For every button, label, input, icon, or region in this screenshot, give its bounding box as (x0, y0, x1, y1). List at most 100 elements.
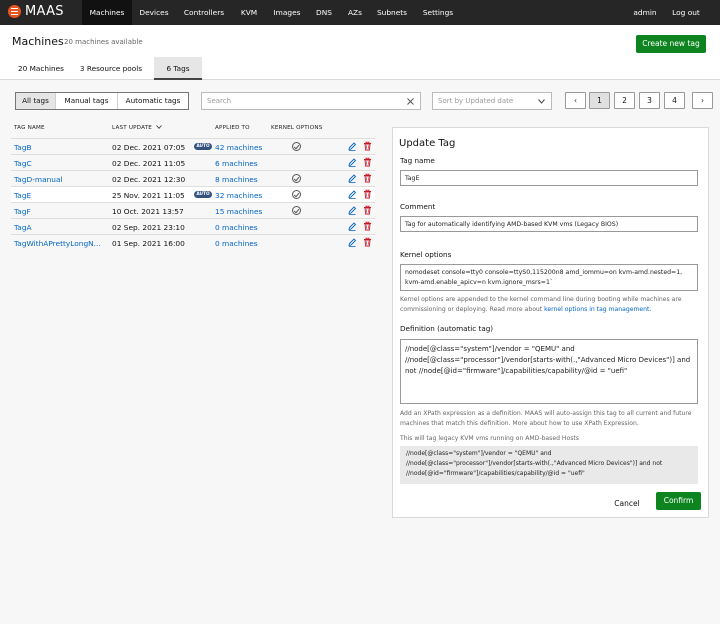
edit-icon[interactable] (348, 221, 357, 231)
nav-settings[interactable]: Settings (418, 0, 458, 25)
tab-machines[interactable]: 20 Machines (12, 57, 70, 80)
last-update: 02 Dec. 2021 07:05 (112, 142, 186, 152)
delete-icon[interactable] (363, 141, 372, 151)
table-row[interactable]: TagWithAPrettyLongN... 01 Sep. 2021 16:00… (11, 234, 375, 250)
edit-icon[interactable] (348, 205, 357, 215)
definition-help: Add an XPath expression as a definition.… (400, 410, 692, 427)
last-update: 02 Dec. 2021 12:30 (112, 174, 186, 184)
tag-name-link[interactable]: TagA (14, 223, 32, 232)
tab-resource-pools[interactable]: 3 Resource pools (74, 57, 148, 80)
filter-all-tags[interactable]: All tags (16, 93, 56, 109)
table-row[interactable]: TagE 25 Nov. 2021 11:05 AUTO 32 machines (11, 186, 375, 202)
nav-subnets[interactable]: Subnets (372, 0, 412, 25)
applied-machines-link[interactable]: 15 machines (215, 207, 262, 216)
header-kernel-options[interactable]: KERNEL OPTIONS (271, 125, 322, 131)
tag-name-link[interactable]: TagE (14, 191, 31, 200)
maas-logo[interactable]: MAAS (8, 4, 64, 19)
confirm-button[interactable]: Confirm (656, 492, 701, 510)
applied-machines-link[interactable]: 42 machines (215, 143, 262, 152)
tag-name-input[interactable]: TagE (400, 170, 698, 186)
tag-name-link[interactable]: TagB (14, 143, 32, 152)
applied-machines-link[interactable]: 0 machines (215, 223, 258, 232)
create-tag-button[interactable]: Create new tag (636, 35, 706, 53)
last-update: 01 Sep. 2021 16:00 (112, 238, 185, 248)
definition-label: Definition (automatic tag) (400, 324, 494, 333)
comment-input[interactable]: Tag for automatically identifying AMD-ba… (400, 216, 698, 232)
table-row[interactable]: TagD-manual 02 Dec. 2021 12:30 8 machines (11, 170, 375, 186)
kernel-options-check-icon (292, 206, 301, 215)
delete-icon[interactable] (363, 205, 372, 215)
edit-icon[interactable] (348, 173, 357, 183)
page-title: Machines (12, 35, 64, 48)
nav-kvm[interactable]: KVM (235, 0, 263, 25)
search-placeholder: Search (207, 97, 232, 105)
delete-icon[interactable] (363, 157, 372, 167)
filter-automatic-tags[interactable]: Automatic tags (118, 93, 188, 109)
last-update: 02 Sep. 2021 23:10 (112, 222, 185, 232)
tag-name-link[interactable]: TagF (14, 207, 31, 216)
sort-select-label: Sort by Updated date (438, 97, 514, 105)
applied-machines-link[interactable]: 0 machines (215, 239, 258, 248)
delete-icon[interactable] (363, 221, 372, 231)
last-update: 02 Dec. 2021 11:05 (112, 158, 186, 168)
edit-icon[interactable] (348, 189, 357, 199)
preview-line-2: //node[@class="processor"]/vendor[starts… (406, 460, 663, 467)
applied-machines-link[interactable]: 8 machines (215, 175, 258, 184)
maas-logo-icon (8, 5, 21, 18)
tag-name-link[interactable]: TagD-manual (14, 175, 63, 184)
auto-badge: AUTO (194, 191, 212, 198)
app-name: MAAS (25, 4, 64, 19)
page-3-button[interactable]: 3 (639, 92, 660, 109)
prev-page-button[interactable]: ‹ (565, 92, 586, 109)
sort-chevron-down-icon (156, 125, 162, 129)
page-2-button[interactable]: 2 (614, 92, 635, 109)
nav-user[interactable]: admin (628, 0, 662, 25)
header-tag-name[interactable]: TAG NAME (14, 125, 45, 131)
applied-machines-link[interactable]: 32 machines (215, 191, 262, 200)
tag-type-filter: All tags Manual tags Automatic tags (15, 92, 189, 110)
nav-images[interactable]: Images (268, 0, 306, 25)
table-row[interactable]: TagF 10 Oct. 2021 13:57 15 machines (11, 202, 375, 218)
close-icon[interactable] (407, 98, 414, 105)
filter-manual-tags[interactable]: Manual tags (56, 93, 118, 109)
kernel-options-help: Kernel options are appended to the kerne… (400, 295, 704, 314)
edit-icon[interactable] (348, 141, 357, 151)
edit-icon[interactable] (348, 157, 357, 167)
nav-dns[interactable]: DNS (310, 0, 338, 25)
tab-tags[interactable]: 6 Tags (154, 57, 202, 80)
header-last-update-label: LAST UPDATE (112, 125, 153, 131)
tag-name-link[interactable]: TagC (14, 159, 32, 168)
table-row[interactable]: TagB 02 Dec. 2021 07:05 AUTO 42 machines (11, 138, 375, 154)
kernel-options-label: Kernel options (400, 250, 452, 259)
delete-icon[interactable] (363, 173, 372, 183)
definition-textarea[interactable]: //node[@class="system"]/vendor = "QEMU" … (400, 339, 698, 404)
kernel-options-textarea[interactable]: nomodeset console=tty0 console=ttyS0,115… (400, 264, 698, 291)
table-row[interactable]: TagC 02 Dec. 2021 11:05 6 machines (11, 154, 375, 170)
last-update: 25 Nov. 2021 11:05 (112, 190, 185, 200)
edit-icon[interactable] (348, 237, 357, 247)
cancel-button[interactable]: Cancel (605, 496, 649, 512)
preview-line-3: //node[@id="firmware"]/capabilities/capa… (406, 470, 585, 477)
nav-machines[interactable]: Machines (82, 0, 132, 25)
preview-line-1: //node[@class="system"]/vendor = "QEMU" … (406, 450, 552, 457)
sort-select[interactable]: Sort by Updated date (432, 92, 552, 110)
delete-icon[interactable] (363, 237, 372, 247)
next-page-button[interactable]: › (692, 92, 713, 109)
applied-machines-link[interactable]: 6 machines (215, 159, 258, 168)
kernel-options-line-2: kvm-amd.enable_apicv=n kvm.ignore_msrs=1… (405, 279, 553, 286)
header-last-update[interactable]: LAST UPDATE (112, 125, 162, 131)
kernel-options-docs-link[interactable]: kernel options in tag management. (544, 306, 651, 313)
nav-devices[interactable]: Devices (134, 0, 174, 25)
table-row[interactable]: TagA 02 Sep. 2021 23:10 0 machines (11, 218, 375, 234)
delete-icon[interactable] (363, 189, 372, 199)
nav-controllers[interactable]: Controllers (178, 0, 230, 25)
logout-link[interactable]: Log out (666, 0, 706, 25)
tag-name-link[interactable]: TagWithAPrettyLongN... (14, 239, 101, 248)
definition-preview: //node[@class="system"]/vendor = "QEMU" … (400, 446, 698, 484)
nav-azs[interactable]: AZs (342, 0, 368, 25)
search-input[interactable]: Search (201, 92, 421, 110)
chevron-down-icon (538, 99, 545, 104)
page-4-button[interactable]: 4 (664, 92, 685, 109)
page-1-button[interactable]: 1 (589, 92, 610, 109)
header-applied-to[interactable]: APPLIED TO (215, 125, 250, 131)
